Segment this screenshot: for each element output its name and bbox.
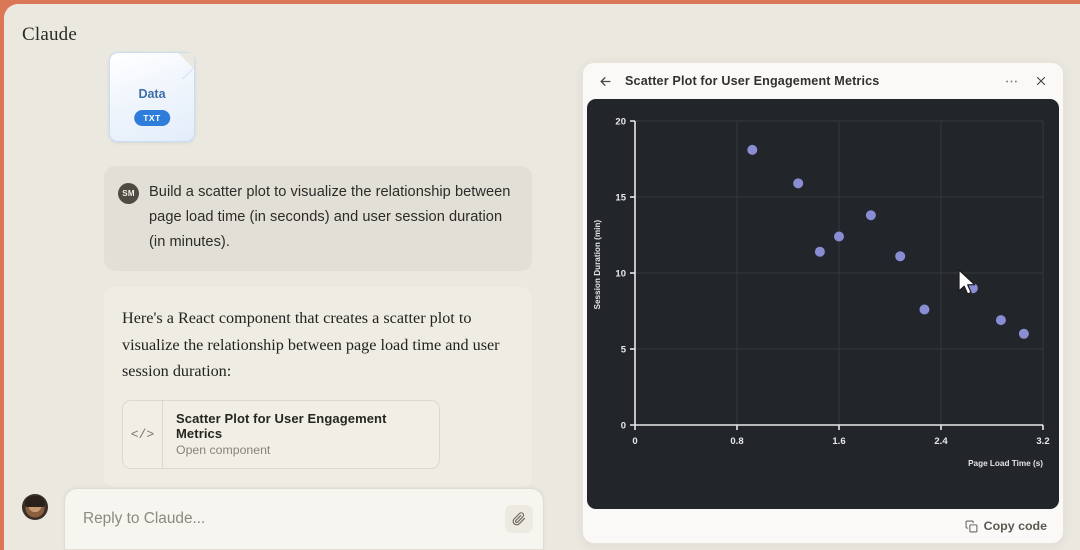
artifact-panel-footer: Copy code xyxy=(583,509,1063,543)
reply-input[interactable]: Reply to Claude... xyxy=(83,510,505,528)
svg-text:5: 5 xyxy=(621,345,627,356)
paperclip-icon[interactable] xyxy=(505,505,533,533)
page-title: Claude xyxy=(22,24,78,45)
svg-text:0: 0 xyxy=(632,436,637,447)
copy-icon xyxy=(965,520,978,532)
artifact-panel: Scatter Plot for User Engagement Metrics… xyxy=(582,62,1064,544)
arrow-left-icon[interactable] xyxy=(595,71,615,91)
artifact-card-subtitle: Open component xyxy=(176,442,271,457)
svg-text:Session Duration (min): Session Duration (min) xyxy=(593,220,602,310)
svg-text:2.4: 2.4 xyxy=(934,436,948,447)
avatar-hair xyxy=(25,496,45,507)
attachment-name: Data xyxy=(138,87,166,101)
svg-text:3.2: 3.2 xyxy=(1036,436,1049,447)
artifact-preview-card[interactable]: </> Scatter Plot for User Engagement Met… xyxy=(122,399,440,469)
artifact-panel-title: Scatter Plot for User Engagement Metrics xyxy=(625,74,880,88)
code-icon: </> xyxy=(123,400,163,468)
svg-text:0: 0 xyxy=(621,421,626,432)
artifact-card-body: Scatter Plot for User Engagement Metrics… xyxy=(163,401,439,468)
ellipsis-icon[interactable] xyxy=(1001,71,1021,91)
svg-text:20: 20 xyxy=(615,117,626,128)
attachment-card[interactable]: Data TXT xyxy=(109,52,195,142)
chart-canvas: 0 5 10 15 20 0 0.8 1.6 2.4 3.2 Page Load Time (s) S… xyxy=(587,99,1059,509)
user-message: SM Build a scatter plot to visualize the… xyxy=(104,166,532,272)
artifact-panel-header: Scatter Plot for User Engagement Metrics xyxy=(583,63,1063,99)
artifact-card-title: Scatter Plot for User Engagement Metrics xyxy=(176,410,387,441)
file-corner-fold xyxy=(178,53,194,69)
conversation-thread: Data TXT SM Build a scatter plot to visu… xyxy=(104,52,544,534)
assistant-message-text: Here's a React component that creates a … xyxy=(122,309,500,380)
svg-text:15: 15 xyxy=(615,193,626,204)
scatter-plot: 0 5 10 15 20 0 0.8 1.6 2.4 3.2 Page Load Time (s) S… xyxy=(593,117,1050,468)
composer[interactable]: Reply to Claude... xyxy=(64,488,544,550)
close-icon[interactable] xyxy=(1031,71,1051,91)
file-corner-line xyxy=(182,68,194,80)
app-frame: Claude Data TXT SM Build a scatter plot … xyxy=(0,0,1080,550)
user-avatar[interactable] xyxy=(22,494,48,520)
assistant-message: Here's a React component that creates a … xyxy=(104,287,532,487)
app-surface: Claude Data TXT SM Build a scatter plot … xyxy=(4,4,1080,550)
user-message-text: Build a scatter plot to visualize the re… xyxy=(149,184,511,251)
attachment-type-badge: TXT xyxy=(134,110,170,126)
svg-text:10: 10 xyxy=(615,269,626,280)
copy-code-label: Copy code xyxy=(983,519,1047,533)
composer-row: Reply to Claude... xyxy=(22,470,544,550)
copy-code-button[interactable]: Copy code xyxy=(965,519,1047,533)
svg-text:1.6: 1.6 xyxy=(832,436,845,447)
avatar: SM xyxy=(118,183,139,204)
svg-text:Page Load Time (s): Page Load Time (s) xyxy=(968,459,1043,468)
svg-text:0.8: 0.8 xyxy=(730,436,743,447)
